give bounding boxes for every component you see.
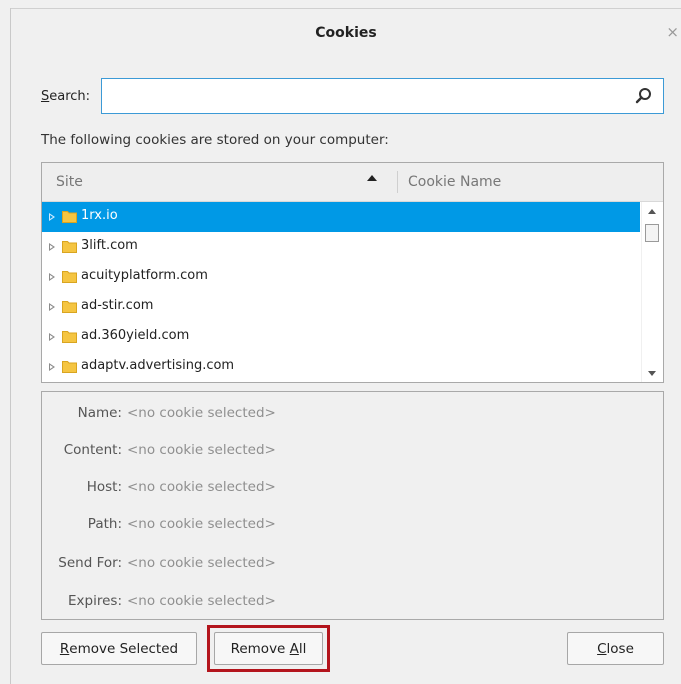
column-header-cookie-name[interactable]: Cookie Name [408,174,501,190]
scroll-thumb[interactable] [645,224,659,242]
remove-selected-button[interactable]: Remove Selected [41,632,197,665]
cookie-details-panel: Name: <no cookie selected> Content: <no … [41,391,664,620]
remove-all-button[interactable]: Remove All [214,632,323,665]
detail-row-name: Name: <no cookie selected> [42,405,662,425]
detail-value-content: <no cookie selected> [127,442,276,458]
sort-ascending-icon[interactable] [367,175,377,181]
tree-row[interactable]: ad.360yield.com [42,322,640,352]
detail-label-host: Host: [86,479,122,495]
detail-value-expires: <no cookie selected> [127,593,276,609]
search-label-text: earch: [49,89,91,104]
detail-value-name: <no cookie selected> [127,405,276,421]
close-button[interactable]: Close [567,632,664,665]
scroll-down-icon[interactable] [648,371,656,376]
remove-selected-access-key: R [59,640,70,657]
expand-twisty-icon[interactable] [49,303,55,311]
site-label: ad-stir.com [81,298,154,313]
folder-icon [62,241,77,253]
remove-all-label-pre: Remove [230,640,290,657]
expand-twisty-icon[interactable] [49,363,55,371]
vertical-scrollbar[interactable] [641,202,663,382]
close-label: lose [606,640,634,657]
detail-row-expires: Expires: <no cookie selected> [42,593,662,613]
detail-row-content: Content: <no cookie selected> [42,442,662,462]
search-label: Search: [41,89,90,104]
stored-cookies-description: The following cookies are stored on your… [41,132,389,148]
window-border [10,8,11,684]
cookies-dialog: Cookies × Search: The following cookies … [0,0,681,684]
remove-all-access-key: A [289,640,299,657]
detail-label-expires: Expires: [68,593,122,609]
close-access-key: C [597,640,607,657]
tree-row[interactable]: 1rx.io [42,202,640,232]
expand-twisty-icon[interactable] [49,333,55,341]
folder-icon [62,301,77,313]
folder-icon [62,361,77,373]
title-bar: Cookies × [11,8,681,58]
folder-icon [62,271,77,283]
detail-value-send-for: <no cookie selected> [127,555,276,571]
column-separator[interactable] [397,171,398,193]
expand-twisty-icon[interactable] [49,273,55,281]
tree-row[interactable]: adaptv.advertising.com [42,352,640,382]
site-label: 1rx.io [81,208,118,223]
detail-row-path: Path: <no cookie selected> [42,516,662,536]
detail-row-send-for: Send For: <no cookie selected> [42,555,662,575]
tree-row[interactable]: 3lift.com [42,232,640,262]
site-label: adaptv.advertising.com [81,358,235,373]
folder-icon [62,211,77,223]
search-icon[interactable] [635,87,653,105]
remove-all-label-rest: ll [298,640,307,657]
scroll-up-icon[interactable] [648,209,656,214]
dialog-title: Cookies [315,25,377,41]
cookie-tree[interactable]: Site Cookie Name 1rx.io 3lift.com acuity… [41,162,664,383]
site-label: 3lift.com [81,238,138,253]
close-window-icon[interactable]: × [666,23,679,41]
folder-icon [62,331,77,343]
column-header-site[interactable]: Site [56,174,83,190]
expand-twisty-icon[interactable] [49,213,55,221]
expand-twisty-icon[interactable] [49,243,55,251]
tree-header: Site Cookie Name [42,163,663,202]
detail-label-content: Content: [63,442,122,458]
search-field[interactable] [101,78,664,114]
tree-row[interactable]: ad-stir.com [42,292,640,322]
tree-rows: 1rx.io 3lift.com acuityplatform.com ad-s… [42,202,640,382]
detail-label-path: Path: [87,516,122,532]
tree-row[interactable]: acuityplatform.com [42,262,640,292]
detail-value-host: <no cookie selected> [127,479,276,495]
remove-selected-label: emove Selected [69,640,179,657]
site-label: ad.360yield.com [81,328,190,343]
detail-label-name: Name: [77,405,122,421]
detail-label-send-for: Send For: [58,555,122,571]
detail-row-host: Host: <no cookie selected> [42,479,662,499]
detail-value-path: <no cookie selected> [127,516,276,532]
site-label: acuityplatform.com [81,268,208,283]
search-input[interactable] [108,79,632,113]
